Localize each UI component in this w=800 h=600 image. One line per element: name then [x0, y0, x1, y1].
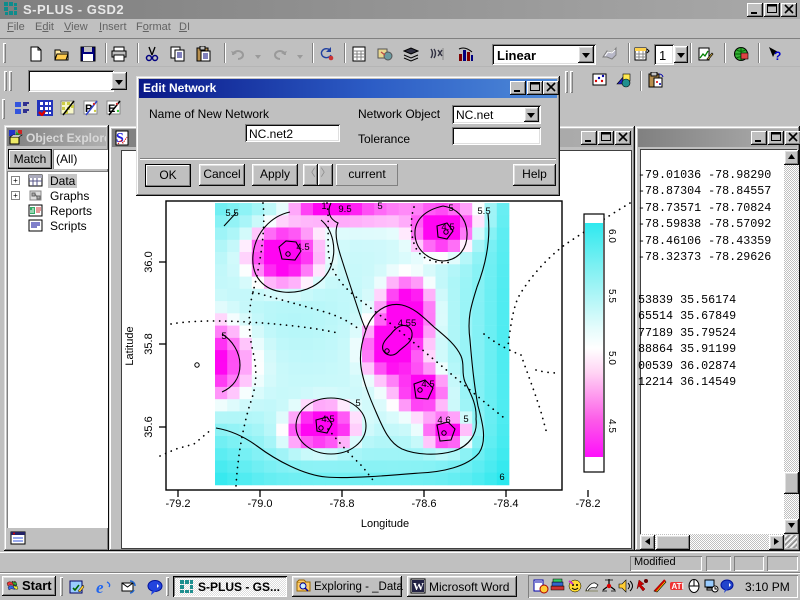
svg-text:6.0: 6.0 — [606, 229, 617, 243]
svg-text:?: ? — [774, 49, 781, 62]
svg-text:5.5: 5.5 — [606, 289, 617, 303]
svg-text:S: S — [116, 131, 124, 146]
svg-text:W: W — [413, 581, 424, 593]
svg-text:36.0: 36.0 — [143, 251, 155, 272]
svg-text:-78.2: -78.2 — [575, 498, 600, 510]
svg-text:5: 5 — [221, 331, 226, 342]
svg-text:5.5: 5.5 — [225, 208, 238, 219]
svg-text:35.6: 35.6 — [143, 416, 155, 437]
svg-text:6: 6 — [499, 472, 504, 483]
svg-text:4.55: 4.55 — [398, 318, 417, 329]
svg-text:5: 5 — [355, 398, 360, 409]
svg-text:-78.6: -78.6 — [411, 498, 436, 510]
svg-text:5: 5 — [463, 414, 468, 425]
svg-text:5: 5 — [377, 201, 382, 212]
svg-text:35.8: 35.8 — [143, 333, 155, 354]
svg-text:4.5: 4.5 — [321, 414, 334, 425]
svg-text:4.6: 4.6 — [437, 415, 450, 426]
svg-text:4.5: 4.5 — [441, 222, 454, 233]
svg-text:Longitude: Longitude — [361, 518, 409, 530]
svg-text:ATI: ATI — [672, 582, 684, 591]
svg-text:1: 1 — [321, 201, 326, 212]
svg-text:-78.8: -78.8 — [329, 498, 354, 510]
svg-text:5.5: 5.5 — [477, 206, 490, 217]
svg-text:-78.4: -78.4 — [493, 498, 518, 510]
svg-text:Latitude: Latitude — [124, 326, 136, 365]
svg-text:9.5: 9.5 — [338, 204, 351, 215]
svg-text:-79.0: -79.0 — [247, 498, 272, 510]
svg-text:e: e — [96, 579, 104, 595]
svg-text:5.0: 5.0 — [606, 351, 617, 365]
svg-text:-79.2: -79.2 — [165, 498, 190, 510]
svg-text:4.5: 4.5 — [296, 242, 309, 253]
svg-text:5: 5 — [448, 203, 453, 214]
svg-text:4.5: 4.5 — [606, 419, 617, 433]
svg-text:4.5: 4.5 — [421, 379, 434, 390]
